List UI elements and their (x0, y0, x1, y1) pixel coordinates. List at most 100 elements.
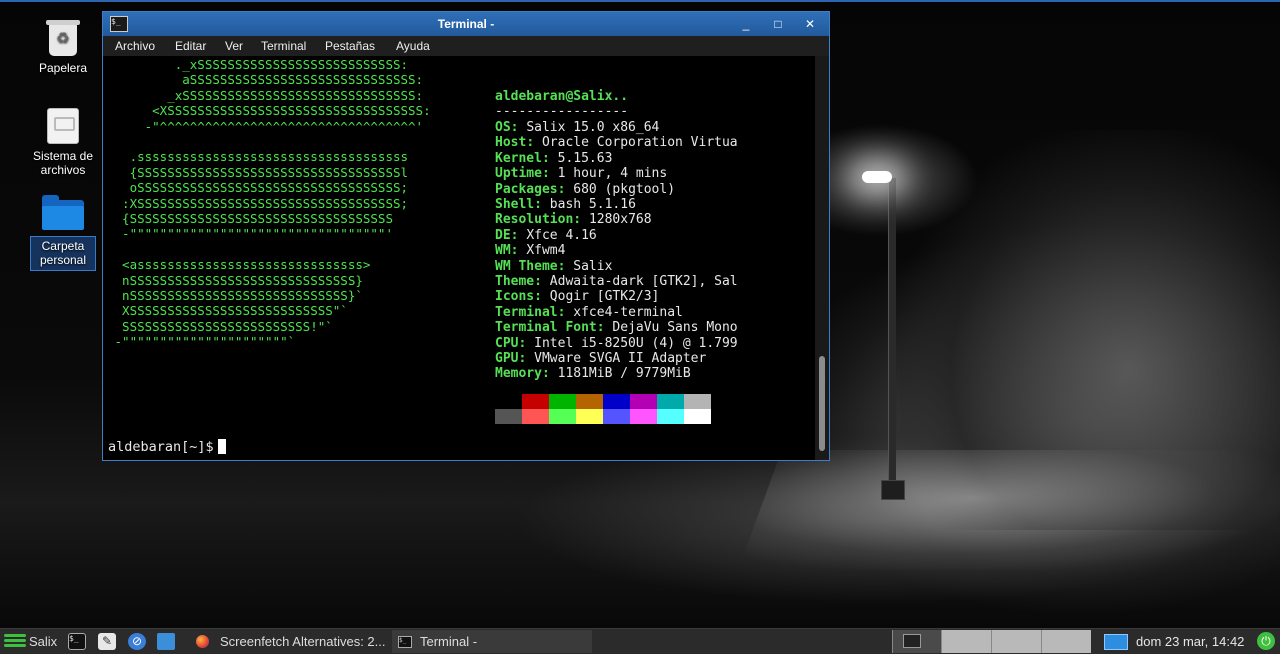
user-host: aldebaran@Salix.. (495, 89, 629, 104)
workspace-2[interactable] (941, 630, 991, 653)
info-key: GPU (495, 351, 519, 366)
ascii-logo-line: {SSSSSSSSSSSSSSSSSSSSSSSSSSSSSSSSSSS (107, 211, 393, 226)
text-editor-icon[interactable]: ✎ (98, 633, 116, 650)
info-value: Adwaita-dark [GTK2], Sal (549, 274, 738, 289)
desktop-icon-filesystem[interactable]: Sistema de archivos (28, 108, 98, 177)
info-value: 1280x768 (588, 212, 652, 228)
wallpaper-sidewalk (738, 450, 1280, 570)
ascii-logo-line: ._xSSSSSSSSSSSSSSSSSSSSSSSSSSS: (107, 57, 409, 72)
window-titlebar[interactable]: $_ Terminal - _ □ ✕ (103, 12, 829, 36)
ascii-logo-line: <assssssssssssssssssssssssssssss> (107, 257, 371, 273)
info-key: Packages (495, 181, 558, 197)
bright-color-swatch (576, 409, 603, 424)
menu-terminal[interactable]: Terminal (261, 39, 306, 53)
info-row: Packages: 680 (pkgtool) (495, 181, 676, 197)
normal-color-swatch (522, 394, 549, 409)
info-value: 1 hour, 4 mins (557, 166, 668, 182)
wallpaper-lamp-post (888, 178, 896, 490)
task-screenfetch-alternatives[interactable]: Screenfetch Alternatives: 2... (190, 630, 390, 653)
scrollbar[interactable] (815, 56, 829, 460)
bright-color-swatch (603, 409, 630, 424)
terminal-icon[interactable]: $_ (68, 633, 86, 650)
show-desktop-icon[interactable] (1104, 634, 1128, 650)
bright-color-swatch (549, 409, 576, 424)
info-row: GPU: VMware SVGA II Adapter (495, 351, 707, 366)
ascii-logo-line: -"^^^^^^^^^^^^^^^^^^^^^^^^^^^^^^^^^^' (107, 118, 424, 134)
minimize-button[interactable]: _ (737, 15, 755, 33)
ascii-logo-line: {SSSSSSSSSSSSSSSSSSSSSSSSSSSSSSSSSSSl (107, 164, 409, 180)
info-row: Memory: 1181MiB / 9779MiB (495, 366, 691, 382)
ascii-logo-line: nSSSSSSSSSSSSSSSSSSSSSSSSSSSSS}` (107, 288, 363, 303)
normal-color-swatch (684, 394, 711, 409)
drive-icon (47, 108, 79, 144)
ascii-logo-line: <XSSSSSSSSSSSSSSSSSSSSSSSSSSSSSSSSSS: (107, 103, 431, 119)
info-key: Theme (495, 274, 535, 289)
ascii-logo-line: aSSSSSSSSSSSSSSSSSSSSSSSSSSSSSS: (107, 72, 424, 88)
workspace-3[interactable] (991, 630, 1041, 653)
clock[interactable]: dom 23 mar, 14:42 (1136, 629, 1244, 654)
info-key: WM Theme (495, 258, 558, 274)
close-button[interactable]: ✕ (801, 15, 819, 33)
info-value: Oracle Corporation Virtua (541, 135, 738, 151)
menu-editar[interactable]: Editar (175, 39, 206, 53)
ascii-logo-line: -""""""""""""""""""""""` (107, 334, 296, 350)
bright-color-swatch (684, 409, 711, 424)
screen-top-edge (0, 0, 1280, 2)
file-manager-icon[interactable] (157, 633, 175, 650)
ascii-logo-line: _xSSSSSSSSSSSSSSSSSSSSSSSSSSSSSSS: (107, 87, 424, 103)
menu-ver[interactable]: Ver (225, 39, 243, 53)
info-value: Salix (573, 258, 613, 274)
info-key: DE (495, 227, 511, 243)
scrollbar-thumb[interactable] (819, 356, 825, 451)
trash-icon: ♻ (46, 20, 80, 56)
desktop-icon-label: Sistema de archivos (32, 149, 94, 177)
task-label: Screenfetch Alternatives: 2... (220, 634, 386, 649)
maximize-button[interactable]: □ (769, 15, 787, 33)
workspace-4[interactable] (1041, 630, 1091, 653)
info-row: Kernel: 5.15.63 (495, 150, 613, 166)
normal-color-swatch (549, 394, 576, 409)
info-value: 680 (pkgtool) (573, 181, 676, 197)
normal-color-swatch (576, 394, 603, 409)
terminal-icon: $_ (398, 636, 412, 648)
task-label: Terminal - (420, 634, 478, 649)
menu-archivo[interactable]: Archivo (115, 39, 155, 53)
menu-ayuda[interactable]: Ayuda (396, 39, 430, 53)
normal-color-swatch (495, 394, 522, 409)
taskbar: Salix $_ ✎ ⊘ Screenfetch Alternatives: 2… (0, 628, 1280, 654)
info-row: Icons: Qogir [GTK2/3] (495, 289, 660, 305)
wallpaper-lamp-base (881, 480, 905, 500)
info-key: Resolution (495, 212, 574, 228)
shell-prompt[interactable]: aldebaran[~]$ (108, 439, 226, 455)
info-value: Intel i5-8250U (4) @ 1.799 (534, 335, 738, 351)
terminal-output[interactable]: ._xSSSSSSSSSSSSSSSSSSSSSSSSSSS: aSSSSSSS… (103, 56, 815, 460)
start-menu-button[interactable]: Salix (0, 629, 62, 654)
ascii-logo-line: SSSSSSSSSSSSSSSSSSSSSSSSS!"` (107, 318, 333, 334)
info-key: Terminal (495, 304, 558, 320)
bright-color-swatch (522, 409, 549, 424)
menu-pestanas[interactable]: Pestañas (325, 39, 375, 53)
info-row: Shell: bash 5.1.16 (495, 197, 636, 212)
workspace-1[interactable] (892, 630, 941, 653)
ascii-logo-line: oSSSSSSSSSSSSSSSSSSSSSSSSSSSSSSSSSSS; (107, 180, 409, 196)
ascii-logo-line: XSSSSSSSSSSSSSSSSSSSSSSSSSSS"` (107, 303, 348, 319)
menubar: Archivo Editar Ver Terminal Pestañas Ayu… (103, 36, 829, 56)
normal-color-swatch (630, 394, 657, 409)
web-browser-icon[interactable]: ⊘ (128, 633, 146, 650)
text-cursor (217, 439, 226, 454)
desktop-icon-trash[interactable]: ♻ Papelera (28, 20, 98, 75)
info-separator: ----------------- (495, 104, 629, 119)
desktop-icon-label: Papelera (38, 61, 88, 75)
info-row: DE: Xfce 4.16 (495, 227, 597, 243)
info-value: bash 5.1.16 (549, 197, 636, 212)
desktop-icon-home-folder[interactable]: Carpeta personal (30, 195, 96, 271)
info-row: Uptime: 1 hour, 4 mins (495, 166, 668, 182)
info-key: Host (495, 135, 527, 151)
info-value: Xfce 4.16 (526, 227, 597, 243)
info-key: Uptime (495, 166, 542, 182)
terminal-window[interactable]: $_ Terminal - _ □ ✕ Archivo Editar Ver T… (102, 11, 830, 461)
info-key: OS (495, 120, 511, 135)
power-icon[interactable]: ⏻ (1257, 632, 1275, 650)
task-terminal[interactable]: $_ Terminal - (392, 630, 592, 653)
workspace-window-thumbnail (903, 634, 921, 648)
